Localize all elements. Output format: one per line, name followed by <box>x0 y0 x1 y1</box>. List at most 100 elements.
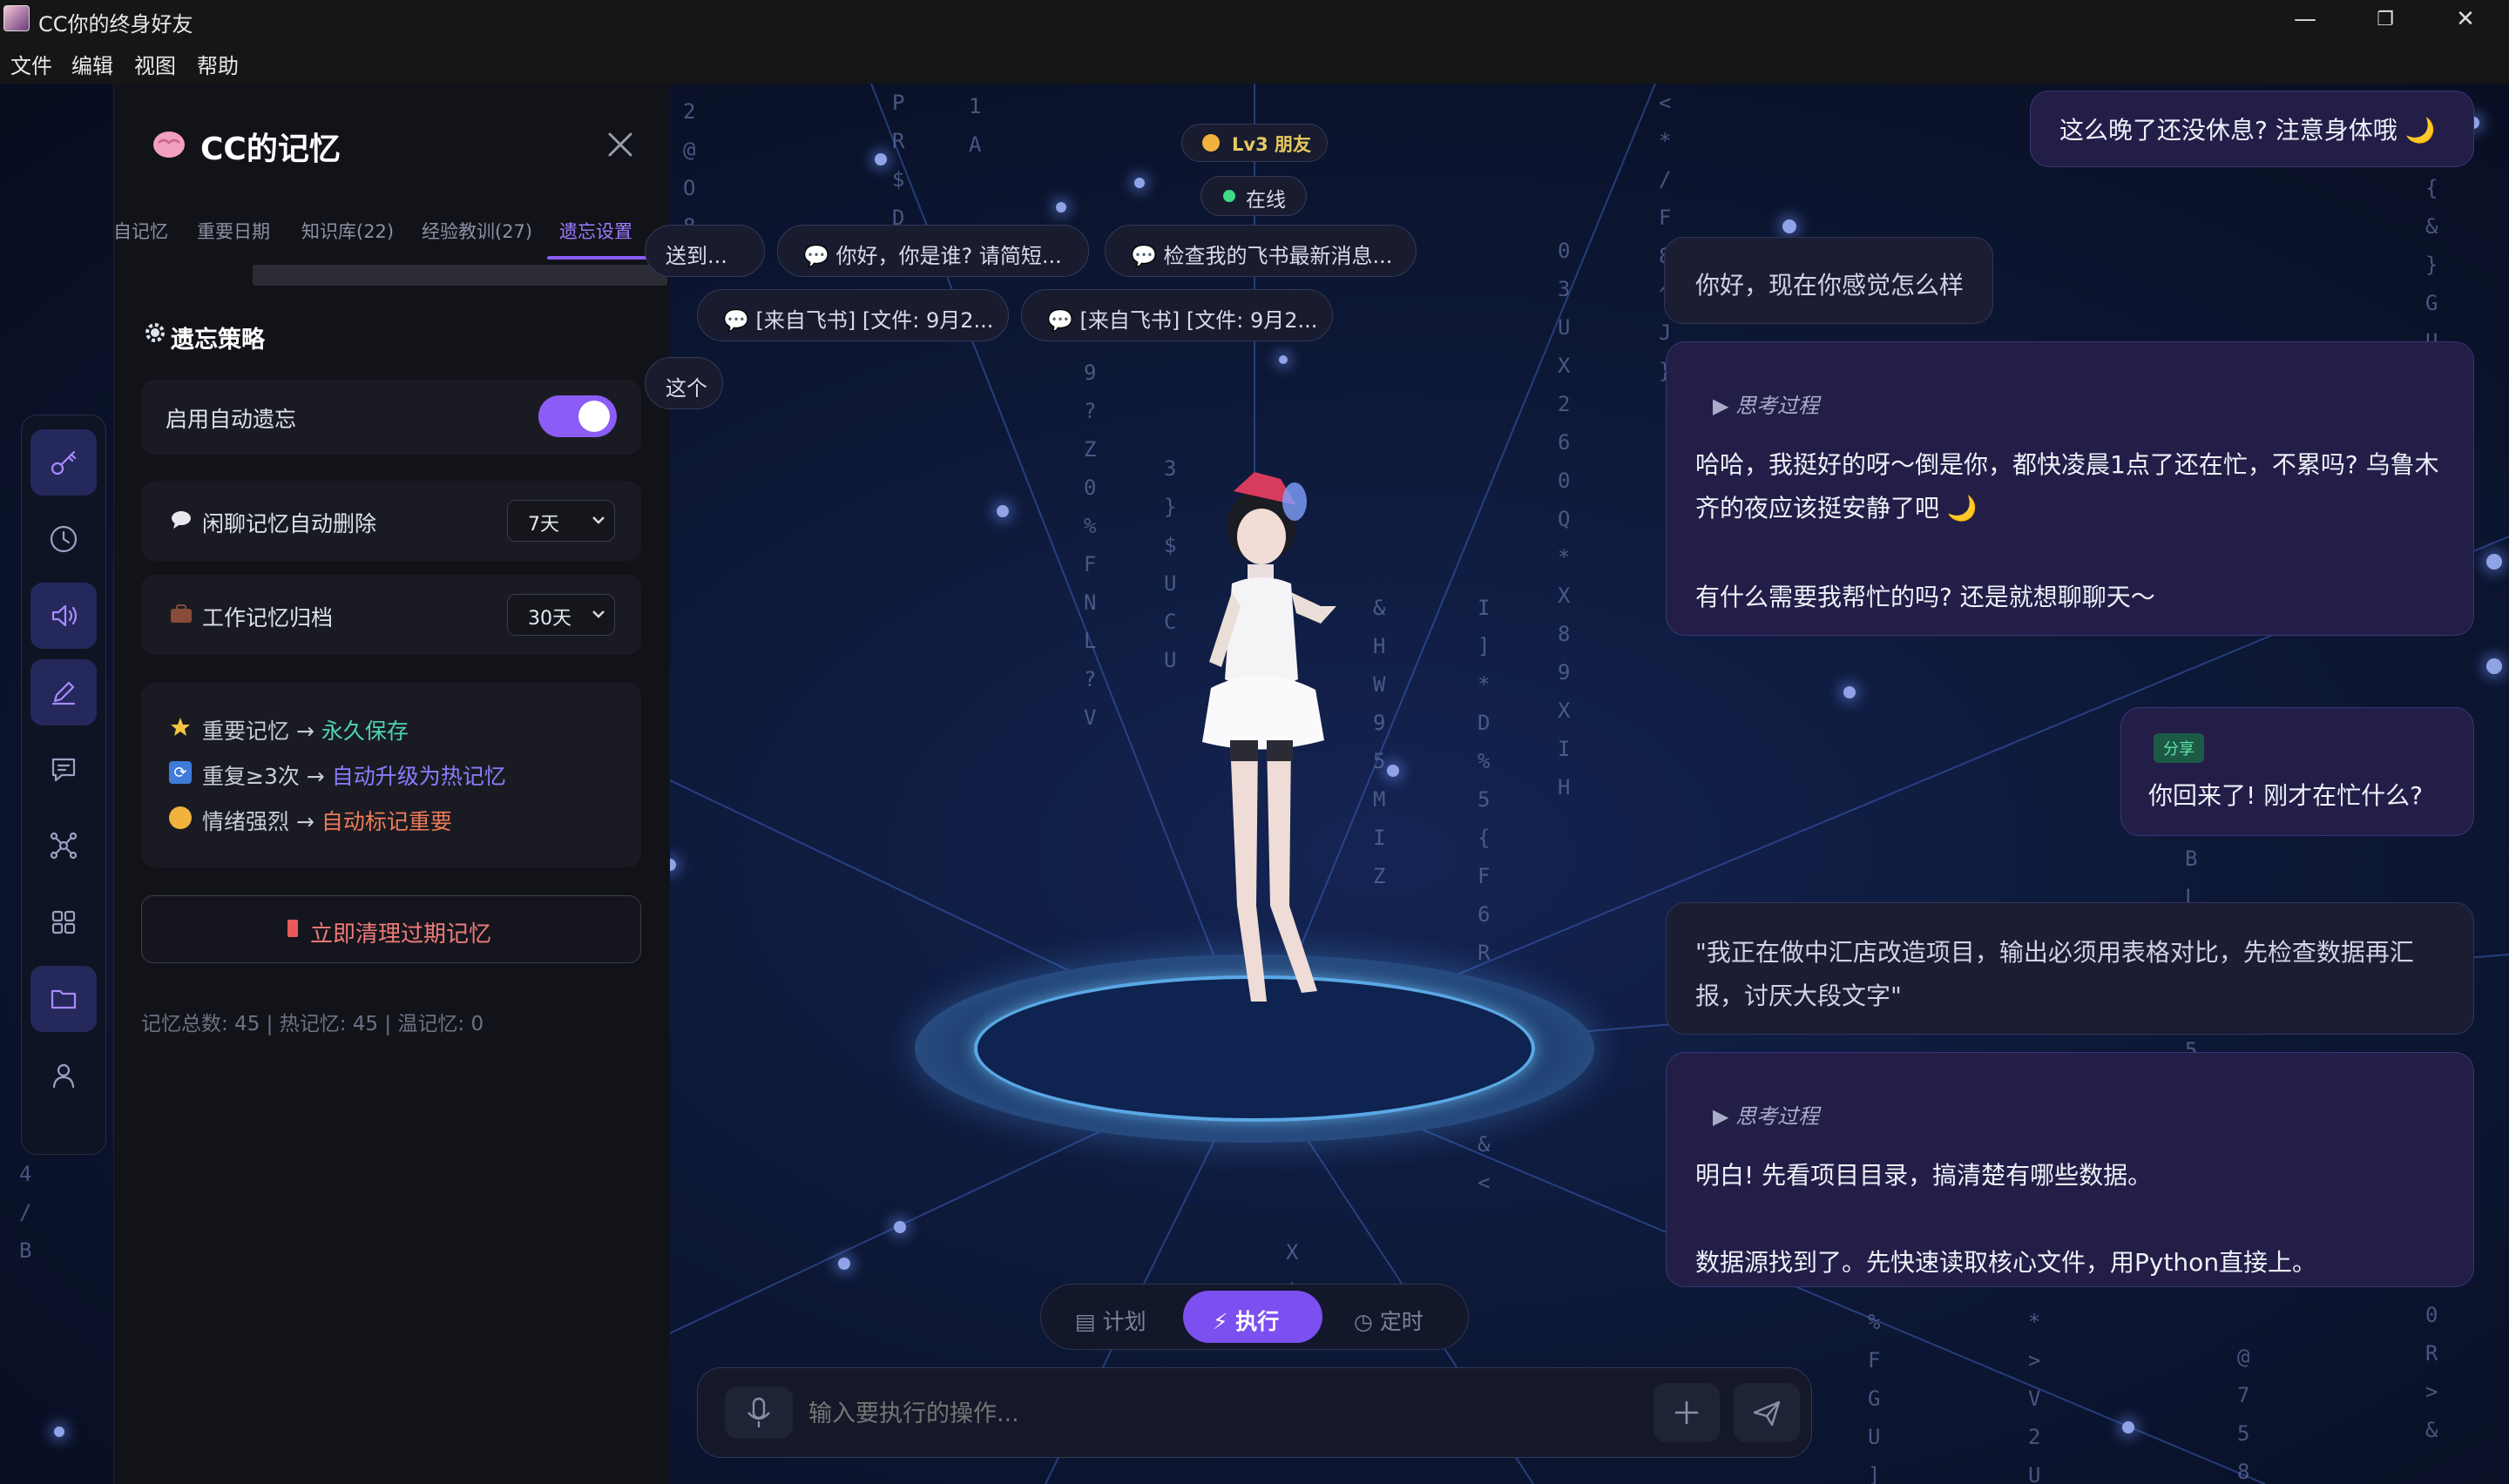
speech-bubble-icon <box>171 510 192 530</box>
quick-chip-label: 检查我的飞书最新消息... <box>1163 244 1393 268</box>
quick-chip-text: 💬 检查我的飞书最新消息... <box>1131 239 1392 269</box>
menu-view[interactable]: 视图 <box>134 49 176 79</box>
mode-plan[interactable]: ▤ 计划 <box>1075 1305 1146 1336</box>
rule-repeat-result: 自动升级为热记忆 <box>331 764 506 789</box>
user-message-text: "我正在做中汇店改造项目，输出必须用表格对比，先检查数据再汇 <box>1695 938 2414 967</box>
rule-important-prefix: 重要记忆 → <box>202 718 321 744</box>
rail-voice-button[interactable] <box>30 583 97 649</box>
grid-icon <box>51 910 76 934</box>
active-tab-indicator <box>547 256 648 260</box>
avatar-character[interactable] <box>1150 453 1359 1028</box>
repeat-icon: ⟳ <box>169 761 192 784</box>
thinking-toggle[interactable]: ▶ 思考过程 <box>1713 388 1819 419</box>
toggle-knob <box>578 401 610 432</box>
rail-network-button[interactable] <box>30 813 97 879</box>
user-message-text: 报，讨厌大段文字" <box>1695 981 1902 1010</box>
quick-chip-label: [来自飞书] [文件: 9月2... <box>755 308 994 333</box>
online-dot <box>1223 190 1235 202</box>
trash-icon <box>287 920 298 937</box>
app-icon <box>3 5 30 31</box>
command-input[interactable] <box>807 1390 1629 1437</box>
assistant-message-text: 数据源找到了。先快速读取核心文件，用Python直接上。 <box>1695 1248 2317 1277</box>
thinking-toggle[interactable]: ▶ 思考过程 <box>1713 1099 1819 1130</box>
close-window-button[interactable]: ✕ <box>2425 0 2506 38</box>
microphone-icon <box>747 1397 770 1427</box>
briefcase-icon <box>169 604 193 624</box>
brain-icon <box>153 132 185 158</box>
microphone-button[interactable] <box>725 1386 793 1439</box>
rail-edit-button[interactable] <box>30 659 97 725</box>
mode-plan-label: 计划 <box>1102 1309 1146 1334</box>
rail-apps-button[interactable] <box>30 889 97 955</box>
chat-bubble-icon: 💬 <box>1047 308 1080 333</box>
rail-history-button[interactable] <box>30 506 97 572</box>
menu-edit[interactable]: 编辑 <box>71 49 113 79</box>
menu-bar <box>0 38 2509 84</box>
rule-emotion: 情绪强烈 → 自动标记重要 <box>202 805 452 836</box>
mode-execute-text: ⚡ 执行 <box>1213 1305 1279 1336</box>
user-message-text: 这么晚了还没休息? 注意身体哦 🌙 <box>2059 116 2436 145</box>
minimize-button[interactable]: — <box>2265 0 2345 38</box>
rule-emotion-result: 自动标记重要 <box>321 809 452 834</box>
chevron-down-icon <box>592 516 605 524</box>
network-icon <box>50 832 78 860</box>
rule-emotion-prefix: 情绪强烈 → <box>202 809 321 834</box>
tab-important-dates[interactable]: 重要日期 <box>197 218 270 244</box>
add-button[interactable] <box>1654 1383 1720 1442</box>
close-icon[interactable] <box>601 125 639 164</box>
clock-icon <box>50 525 78 553</box>
work-archive-label: 工作记忆归档 <box>202 605 334 631</box>
quick-chip-text: 送到... <box>666 244 727 268</box>
clock-icon: ◷ <box>1354 1309 1380 1334</box>
auto-forget-label: 启用自动遗忘 <box>166 407 297 432</box>
send-button[interactable] <box>1734 1383 1800 1442</box>
share-tag: 分享 <box>2154 733 2204 763</box>
tab-self-memory[interactable]: 自记忆 <box>113 218 168 244</box>
maximize-button[interactable]: ❐ <box>2345 0 2425 38</box>
quick-chip-label: 你好，你是谁? 请简短... <box>835 244 1062 268</box>
tab-forget-settings[interactable]: 遗忘设置 <box>559 218 632 244</box>
mode-schedule-label: 定时 <box>1379 1309 1424 1334</box>
chevron-down-icon <box>592 610 605 618</box>
rail-key-button[interactable] <box>30 429 97 496</box>
assistant-message-text: 哈哈，我挺好的呀～倒是你，都快凌晨1点了还在忙，不累吗? 乌鲁木 <box>1695 450 2439 479</box>
chat-bubble-icon: 💬 <box>803 244 836 268</box>
rail-chat-button[interactable] <box>30 736 97 802</box>
mode-schedule[interactable]: ◷ 定时 <box>1354 1305 1424 1336</box>
work-archive-value: 30天 <box>528 608 571 630</box>
menu-help[interactable]: 帮助 <box>197 49 239 79</box>
chat-delete-value: 7天 <box>528 514 559 536</box>
online-text: 在线 <box>1246 189 1286 212</box>
gear-icon <box>145 323 165 342</box>
user-message <box>1666 902 2474 1035</box>
chat-bubble-icon: 💬 <box>723 308 756 333</box>
user-message <box>2120 707 2474 836</box>
user-icon <box>52 1063 75 1089</box>
speaker-icon <box>51 604 78 627</box>
menu-file[interactable]: 文件 <box>10 49 52 79</box>
plus-icon <box>1674 1400 1699 1425</box>
assistant-message-text: 明白! 先看项目目录，搞清楚有哪些数据。 <box>1695 1161 2153 1190</box>
tab-lessons[interactable]: 经验教训(27) <box>422 218 532 244</box>
clipboard-icon: ▤ <box>1075 1309 1103 1334</box>
tab-knowledge-base[interactable]: 知识库(22) <box>301 218 394 244</box>
triangle-right-icon: ▶ <box>1713 1104 1736 1129</box>
send-icon <box>1753 1400 1781 1427</box>
user-message-text: 你好，现在你感觉怎么样 <box>1695 271 1965 300</box>
section-title: 遗忘策略 <box>171 327 265 354</box>
rail-profile-button[interactable] <box>30 1042 97 1109</box>
lightning-icon: ⚡ <box>1213 1309 1236 1334</box>
smile-icon <box>1202 134 1220 152</box>
thinking-label: 思考过程 <box>1735 394 1820 418</box>
rail-folder-button[interactable] <box>30 966 97 1032</box>
level-text: Lv3 朋友 <box>1232 134 1311 155</box>
tab-scrollbar[interactable] <box>253 265 667 286</box>
window-title: CC你的终身好友 <box>38 12 193 37</box>
key-icon <box>51 450 77 476</box>
chat-delete-label: 闲聊记忆自动删除 <box>202 511 377 536</box>
triangle-right-icon: ▶ <box>1713 394 1736 418</box>
folder-icon <box>51 989 77 1009</box>
mode-execute-label: 执行 <box>1235 1309 1280 1334</box>
thinking-label: 思考过程 <box>1735 1104 1820 1129</box>
rule-repeat-prefix: 重复≥3次 → <box>202 764 332 789</box>
